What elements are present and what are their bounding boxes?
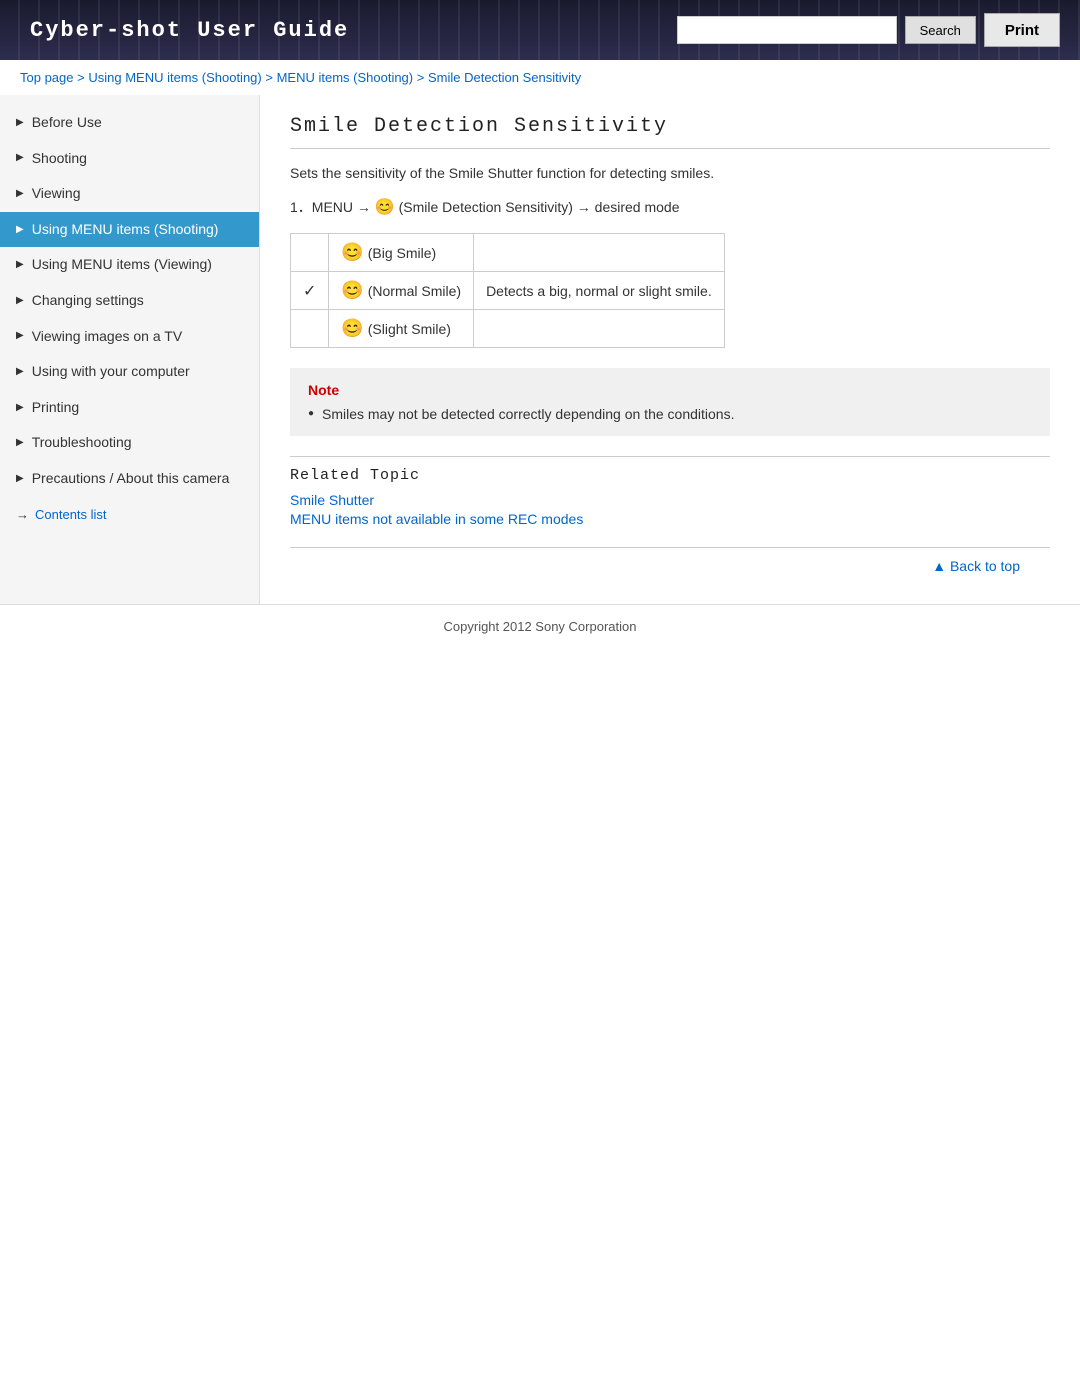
sidebar-item-precautions[interactable]: ▶ Precautions / About this camera [0, 461, 259, 497]
sidebar-item-using-menu-viewing[interactable]: ▶ Using MENU items (Viewing) [0, 247, 259, 283]
arrow-icon-2: ▶ [16, 187, 24, 201]
related-link-smile-shutter[interactable]: Smile Shutter [290, 492, 1050, 508]
breadcrumb-item-1[interactable]: Using MENU items (Shooting) [88, 70, 261, 85]
footer: Copyright 2012 Sony Corporation [0, 604, 1080, 648]
table-row-slight-smile: 😊 (Slight Smile) [291, 310, 725, 348]
related-topic-section: Related Topic Smile Shutter MENU items n… [290, 456, 1050, 527]
sidebar-label-10: Precautions / About this camera [32, 469, 230, 489]
breadcrumb-item-0[interactable]: Top page [20, 70, 74, 85]
arrow-icon-5: ▶ [16, 294, 24, 308]
sidebar: ▶ Before Use ▶ Shooting ▶ Viewing ▶ Usin… [0, 95, 260, 604]
sidebar-item-viewing[interactable]: ▶ Viewing [0, 176, 259, 212]
big-smile-icon: 😊 [341, 242, 363, 262]
note-item-0: Smiles may not be detected correctly dep… [308, 406, 1032, 422]
note-box: Note Smiles may not be detected correctl… [290, 368, 1050, 436]
breadcrumb-sep-1: > [265, 70, 276, 85]
sidebar-item-changing-settings[interactable]: ▶ Changing settings [0, 283, 259, 319]
breadcrumb-sep-0: > [77, 70, 88, 85]
description: Sets the sensitivity of the Smile Shutte… [290, 165, 1050, 181]
sidebar-label-2: Viewing [32, 184, 81, 204]
sidebar-label-9: Troubleshooting [32, 433, 132, 453]
checkmark-cell-0 [291, 234, 329, 272]
slight-smile-label: (Slight Smile) [368, 321, 451, 337]
contents-list-label: Contents list [35, 507, 107, 522]
arrow-icon-9: ▶ [16, 436, 24, 450]
sidebar-item-printing[interactable]: ▶ Printing [0, 390, 259, 426]
table-row-normal-smile: ✓ 😊 (Normal Smile) Detects a big, normal… [291, 272, 725, 310]
description-cell-1: Detects a big, normal or slight smile. [474, 272, 725, 310]
sidebar-label-4: Using MENU items (Viewing) [32, 255, 212, 275]
sidebar-label-8: Printing [32, 398, 79, 418]
note-title: Note [308, 382, 1032, 398]
smile-cell-0: 😊 (Big Smile) [329, 234, 474, 272]
sidebar-item-before-use[interactable]: ▶ Before Use [0, 105, 259, 141]
page-title: Smile Detection Sensitivity [290, 115, 1050, 149]
smile-table: 😊 (Big Smile) ✓ 😊 (Normal Smile) Detects… [290, 233, 725, 348]
print-button[interactable]: Print [984, 13, 1060, 47]
related-topic-title: Related Topic [290, 467, 1050, 484]
back-to-top-bar: Back to top [290, 547, 1050, 584]
content-area: Smile Detection Sensitivity Sets the sen… [260, 95, 1080, 604]
arrow-icon-1: ▶ [16, 151, 24, 165]
normal-smile-label: (Normal Smile) [368, 283, 461, 299]
search-input[interactable] [677, 16, 897, 44]
arrow-icon-10: ▶ [16, 472, 24, 486]
step-1: 1．MENU → 😊 (Smile Detection Sensitivity)… [290, 197, 1050, 217]
description-cell-2 [474, 310, 725, 348]
normal-smile-icon: 😊 [341, 280, 363, 300]
sidebar-item-troubleshooting[interactable]: ▶ Troubleshooting [0, 425, 259, 461]
sidebar-item-using-computer[interactable]: ▶ Using with your computer [0, 354, 259, 390]
sidebar-label-5: Changing settings [32, 291, 144, 311]
sidebar-label-1: Shooting [32, 149, 87, 169]
arrow-icon-0: ▶ [16, 116, 24, 130]
sidebar-label-0: Before Use [32, 113, 102, 133]
table-row-big-smile: 😊 (Big Smile) [291, 234, 725, 272]
breadcrumb-sep-2: > [417, 70, 428, 85]
sidebar-label-7: Using with your computer [32, 362, 190, 382]
checkmark-icon: ✓ [303, 283, 316, 300]
back-to-top-link[interactable]: Back to top [932, 558, 1020, 574]
arrow-icon-6: ▶ [16, 329, 24, 343]
header-controls: Search Print [677, 13, 1080, 47]
related-link-menu-items[interactable]: MENU items not available in some REC mod… [290, 511, 1050, 527]
breadcrumb-item-3[interactable]: Smile Detection Sensitivity [428, 70, 581, 85]
app-title: Cyber-shot User Guide [0, 18, 349, 43]
sidebar-item-using-menu-shooting[interactable]: ▶ Using MENU items (Shooting) [0, 212, 259, 248]
note-content: Smiles may not be detected correctly dep… [308, 406, 1032, 422]
sidebar-item-shooting[interactable]: ▶ Shooting [0, 141, 259, 177]
breadcrumb-item-2[interactable]: MENU items (Shooting) [277, 70, 414, 85]
description-cell-0 [474, 234, 725, 272]
arrow-icon-7: ▶ [16, 365, 24, 379]
copyright: Copyright 2012 Sony Corporation [444, 619, 637, 634]
search-button[interactable]: Search [905, 16, 976, 44]
big-smile-label: (Big Smile) [368, 245, 436, 261]
smile-cell-2: 😊 (Slight Smile) [329, 310, 474, 348]
sidebar-label-6: Viewing images on a TV [32, 327, 182, 347]
checkmark-cell-2 [291, 310, 329, 348]
smile-cell-1: 😊 (Normal Smile) [329, 272, 474, 310]
checkmark-cell-1: ✓ [291, 272, 329, 310]
main-layout: ▶ Before Use ▶ Shooting ▶ Viewing ▶ Usin… [0, 95, 1080, 604]
sidebar-label-3: Using MENU items (Shooting) [32, 220, 219, 240]
arrow-icon-4: ▶ [16, 258, 24, 272]
arrow-icon-3: ▶ [16, 223, 24, 237]
breadcrumb: Top page > Using MENU items (Shooting) >… [0, 60, 1080, 95]
slight-smile-icon: 😊 [341, 318, 363, 338]
smile-icon-step: 😊 [375, 199, 395, 216]
arrow-icon-8: ▶ [16, 401, 24, 415]
sidebar-item-viewing-tv[interactable]: ▶ Viewing images on a TV [0, 319, 259, 355]
header: Cyber-shot User Guide Search Print [0, 0, 1080, 60]
contents-list-link[interactable]: Contents list [0, 497, 259, 532]
